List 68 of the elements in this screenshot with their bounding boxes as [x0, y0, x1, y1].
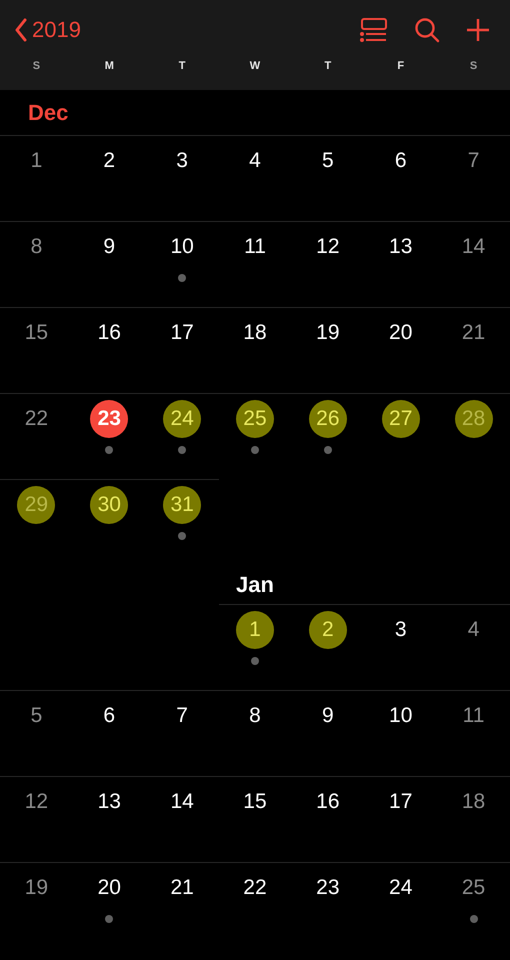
day-number[interactable]: 8 [17, 228, 56, 266]
day-number[interactable]: 4 [236, 142, 274, 180]
weekday-label: F [397, 60, 404, 72]
day-number[interactable]: 1 [236, 611, 274, 649]
day-number[interactable]: 14 [454, 228, 493, 266]
list-icon[interactable] [360, 17, 388, 43]
day-number[interactable]: 18 [236, 314, 274, 352]
day-number[interactable]: 27 [382, 400, 420, 438]
day-number[interactable]: 12 [308, 228, 347, 266]
day-number[interactable]: 14 [163, 783, 202, 821]
day-number[interactable]: 3 [163, 142, 202, 180]
day-number[interactable]: 2 [90, 142, 128, 180]
day-number[interactable]: 22 [17, 400, 56, 438]
day-number[interactable]: 21 [454, 314, 493, 352]
day-number[interactable]: 16 [308, 783, 347, 821]
day-number[interactable]: 20 [90, 869, 128, 907]
add-icon[interactable] [466, 18, 490, 42]
day-number[interactable]: 15 [17, 314, 56, 352]
day-number[interactable]: 31 [163, 486, 202, 524]
day-number[interactable]: 25 [454, 869, 493, 907]
weekday-label: S [32, 60, 40, 72]
day-number[interactable]: 7 [163, 697, 202, 735]
month-title: Jan [236, 572, 274, 598]
day-number[interactable]: 12 [17, 783, 56, 821]
day-number[interactable]: 16 [90, 314, 128, 352]
day-number[interactable]: 15 [236, 783, 274, 821]
weekday-label: T [178, 60, 186, 72]
day-number[interactable]: 25 [236, 400, 274, 438]
day-number[interactable]: 3 [382, 611, 420, 649]
day-number[interactable]: 13 [90, 783, 128, 821]
day-number[interactable]: 8 [236, 697, 274, 735]
day-number[interactable]: 1 [17, 142, 56, 180]
day-number[interactable]: 21 [163, 869, 202, 907]
day-number[interactable]: 17 [163, 314, 202, 352]
day-number[interactable]: 22 [236, 869, 274, 907]
day-number[interactable]: 5 [17, 697, 56, 735]
day-number[interactable]: 24 [382, 869, 420, 907]
search-icon[interactable] [414, 17, 440, 43]
day-number[interactable]: 11 [236, 228, 274, 266]
day-number[interactable]: 9 [308, 697, 347, 735]
weekday-label: W [250, 60, 260, 72]
weekday-label: S [470, 60, 478, 72]
day-number[interactable]: 6 [90, 697, 128, 735]
day-number[interactable]: 10 [382, 697, 420, 735]
day-number[interactable]: 26 [308, 400, 347, 438]
day-number[interactable]: 11 [454, 697, 493, 735]
day-number[interactable]: 13 [382, 228, 420, 266]
day-number[interactable]: 7 [454, 142, 493, 180]
day-number[interactable]: 4 [454, 611, 493, 649]
weekday-label: T [324, 60, 332, 72]
day-number[interactable]: 9 [90, 228, 128, 266]
day-number[interactable]: 2 [308, 611, 347, 649]
month-title: Dec [27, 100, 68, 126]
chevron-left-icon [14, 18, 28, 42]
day-number[interactable]: 23 [308, 869, 347, 907]
day-number[interactable]: 23 [90, 400, 128, 438]
day-number[interactable]: 6 [382, 142, 420, 180]
back-button[interactable]: 2019 [14, 17, 81, 43]
weekday-label: M [104, 60, 114, 72]
day-number[interactable]: 10 [163, 228, 202, 266]
day-number[interactable]: 20 [382, 314, 420, 352]
day-number[interactable]: 17 [382, 783, 420, 821]
day-number[interactable]: 18 [454, 783, 493, 821]
day-number[interactable]: 30 [90, 486, 128, 524]
day-number[interactable]: 5 [308, 142, 347, 180]
day-number[interactable]: 19 [308, 314, 347, 352]
day-number[interactable]: 19 [17, 869, 56, 907]
day-number[interactable]: 24 [163, 400, 202, 438]
